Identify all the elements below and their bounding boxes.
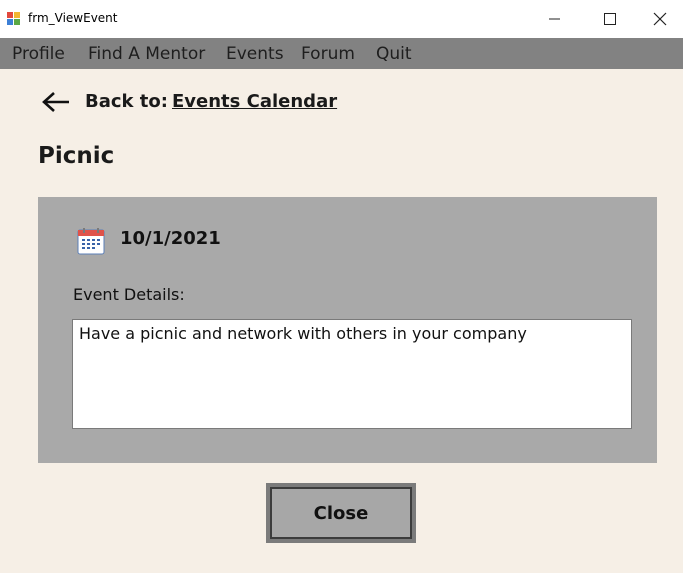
calendar-icon xyxy=(77,228,105,255)
event-date: 10/1/2021 xyxy=(120,228,221,249)
maximize-button[interactable] xyxy=(582,0,638,38)
menu-item-find-a-mentor[interactable]: Find A Mentor xyxy=(88,44,205,64)
minimize-icon xyxy=(549,18,560,20)
event-title: Picnic xyxy=(38,143,115,169)
minimize-button[interactable] xyxy=(527,0,583,38)
menu-item-profile[interactable]: Profile xyxy=(12,44,65,64)
maximize-icon xyxy=(604,13,616,25)
menu-bar: Profile Find A Mentor Events Forum Quit xyxy=(0,38,683,69)
window-titlebar: frm_ViewEvent xyxy=(0,0,683,38)
arrow-left-icon[interactable] xyxy=(41,91,71,113)
close-button-label: Close xyxy=(270,487,412,539)
window-title: frm_ViewEvent xyxy=(28,11,118,25)
events-calendar-link[interactable]: Events Calendar xyxy=(172,91,337,112)
close-button[interactable]: Close xyxy=(266,483,416,543)
menu-item-events[interactable]: Events xyxy=(226,44,284,64)
menu-item-forum[interactable]: Forum xyxy=(301,44,355,64)
app-window-icon xyxy=(7,12,20,25)
close-window-button[interactable] xyxy=(637,0,683,38)
event-details-label: Event Details: xyxy=(73,285,185,304)
close-icon xyxy=(653,12,667,26)
back-label: Back to: xyxy=(85,91,168,112)
event-panel: 10/1/2021 Event Details: Have a picnic a… xyxy=(38,197,657,463)
event-details-field[interactable]: Have a picnic and network with others in… xyxy=(72,319,632,429)
menu-item-quit[interactable]: Quit xyxy=(376,44,412,64)
